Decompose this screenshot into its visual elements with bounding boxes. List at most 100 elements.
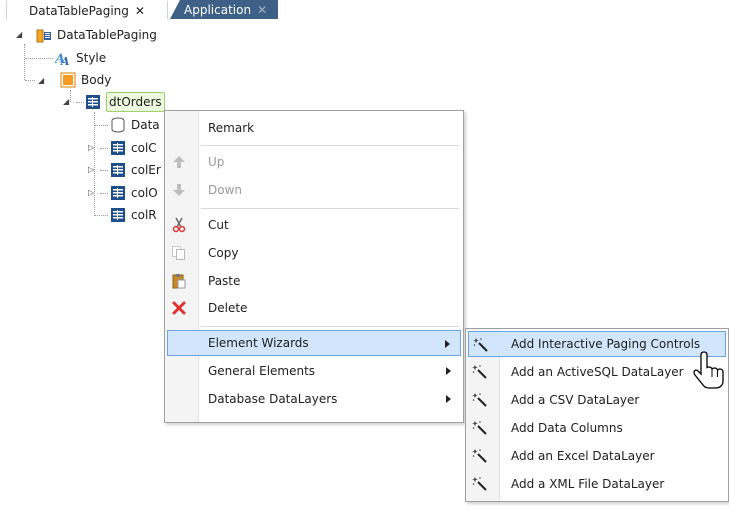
menu-item-label: General Elements	[208, 364, 316, 378]
tree-node-label: Style	[76, 51, 107, 65]
menu-item-label: Copy	[208, 246, 239, 260]
tab-label: DataTablePaging	[29, 3, 129, 18]
tree-node-label: Data	[131, 118, 160, 132]
menu-item-copy[interactable]: Copy	[167, 240, 461, 266]
expand-toggle-icon[interactable]: ▷	[88, 144, 96, 152]
tab-label: Application	[184, 2, 252, 17]
menu-item-label: Database DataLayers	[208, 392, 338, 406]
tree-node-column[interactable]: colR	[110, 205, 157, 225]
tree-node-label: Body	[81, 73, 112, 87]
magic-wand-icon	[472, 364, 488, 380]
tree-guide	[94, 112, 95, 216]
close-icon[interactable]: ✕	[135, 4, 145, 18]
context-menu: Remark Up Down Cut Copy Paste Delete Ele…	[164, 110, 464, 423]
style-icon: AA	[53, 50, 71, 68]
magic-wand-icon	[472, 448, 488, 464]
tree-node-label: colO	[131, 186, 158, 200]
tree-guide	[94, 125, 108, 126]
database-icon	[110, 117, 126, 133]
menu-item-label: Add a CSV DataLayer	[511, 393, 640, 407]
clipboard-icon	[171, 273, 187, 289]
mouse-pointer-icon	[692, 350, 726, 396]
scissors-icon	[171, 217, 187, 233]
body-icon	[60, 72, 76, 88]
tree-node-column[interactable]: colC	[110, 138, 157, 158]
menu-item-label: Paste	[208, 274, 241, 288]
menu-item-database-datalayers[interactable]: Database DataLayers	[167, 386, 461, 412]
menu-item-paste[interactable]: Paste	[167, 268, 461, 294]
menu-item-label: Element Wizards	[208, 336, 309, 350]
menu-separator	[201, 145, 459, 146]
menu-item-label: Up	[208, 155, 225, 169]
magic-wand-icon	[472, 476, 488, 492]
tree-node-root[interactable]: DataTablePaging	[36, 25, 157, 45]
submenu-arrow-icon	[446, 367, 451, 375]
menu-item-label: Add Interactive Paging Controls	[511, 337, 701, 351]
expand-toggle-icon[interactable]: ▷	[88, 166, 96, 174]
data-table-icon	[85, 94, 101, 110]
menu-item-add-excel-datalayer[interactable]: Add an Excel DataLayer	[468, 443, 726, 469]
data-column-icon	[110, 185, 126, 201]
menu-separator	[201, 326, 459, 327]
tree-guide	[25, 80, 35, 81]
menu-item-label: Add Data Columns	[511, 421, 623, 435]
tree-node-label[interactable]: dtOrders	[106, 92, 165, 112]
document-tabstrip: DataTablePaging ✕ Application ✕	[0, 0, 729, 19]
tree-guide	[76, 102, 84, 103]
tree-node-label: colC	[131, 141, 157, 155]
arrow-up-icon	[171, 154, 187, 170]
tree-guide	[100, 170, 108, 171]
menu-item-label: Add a XML File DataLayer	[511, 477, 665, 491]
menu-item-cut[interactable]: Cut	[167, 212, 461, 238]
collapse-toggle-icon[interactable]: ◢	[63, 98, 71, 106]
collapse-toggle-icon[interactable]: ◢	[38, 77, 46, 85]
data-column-icon	[110, 207, 126, 223]
menu-item-add-activesql-datalayer[interactable]: Add an ActiveSQL DataLayer	[468, 359, 726, 385]
collapse-toggle-icon[interactable]: ◢	[16, 31, 24, 39]
expand-toggle-icon[interactable]: ▷	[88, 189, 96, 197]
menu-item-label: Delete	[208, 301, 248, 315]
menu-separator	[201, 208, 459, 209]
tree-guide	[94, 215, 108, 216]
menu-item-add-interactive-paging-controls[interactable]: Add Interactive Paging Controls	[468, 331, 726, 357]
tree-node-column[interactable]: colEr	[110, 160, 161, 180]
delete-x-icon	[171, 300, 187, 316]
tab-application[interactable]: Application ✕	[170, 0, 278, 19]
submenu-arrow-icon	[446, 395, 451, 403]
menu-item-label: Down	[208, 183, 243, 197]
tree-guide	[100, 193, 108, 194]
tree-node-column[interactable]: colO	[110, 183, 158, 203]
svg-text:A: A	[60, 55, 70, 66]
menu-item-label: Remark	[208, 121, 255, 135]
tree-node-label: colR	[131, 208, 157, 222]
magic-wand-icon	[472, 420, 488, 436]
tree-guide	[25, 58, 53, 59]
menu-item-down[interactable]: Down	[167, 177, 461, 203]
menu-item-add-csv-datalayer[interactable]: Add a CSV DataLayer	[468, 387, 726, 413]
data-column-icon	[110, 140, 126, 156]
tree-node-label: DataTablePaging	[57, 28, 157, 42]
copy-icon	[171, 245, 187, 261]
menu-item-delete[interactable]: Delete	[167, 295, 461, 321]
menu-item-label: Cut	[208, 218, 229, 232]
tree-node-label: colEr	[131, 163, 161, 177]
menu-item-remark[interactable]: Remark	[167, 115, 461, 141]
submenu-arrow-icon	[445, 340, 450, 348]
menu-item-up[interactable]: Up	[167, 149, 461, 175]
magic-wand-icon	[472, 392, 488, 408]
arrow-down-icon	[171, 182, 187, 198]
menu-item-label: Add an ActiveSQL DataLayer	[511, 365, 684, 379]
element-wizards-submenu: Add Interactive Paging Controls Add an A…	[465, 328, 729, 502]
tree-node-body[interactable]: Body	[60, 70, 111, 90]
tree-node-datalayer[interactable]: Data	[110, 115, 160, 135]
menu-item-general-elements[interactable]: General Elements	[167, 358, 461, 384]
tab-datatablepaging[interactable]: DataTablePaging ✕	[6, 0, 168, 19]
menu-item-element-wizards[interactable]: Element Wizards	[167, 330, 461, 356]
magic-wand-icon	[473, 337, 489, 353]
tree-guide	[24, 44, 25, 80]
tree-node-style[interactable]: AA Style	[53, 48, 107, 68]
close-icon[interactable]: ✕	[257, 3, 267, 17]
tree-node-dtorders[interactable]: dtOrders	[85, 92, 165, 112]
menu-item-add-data-columns[interactable]: Add Data Columns	[468, 415, 726, 441]
menu-item-add-xml-file-datalayer[interactable]: Add a XML File DataLayer	[468, 471, 726, 497]
